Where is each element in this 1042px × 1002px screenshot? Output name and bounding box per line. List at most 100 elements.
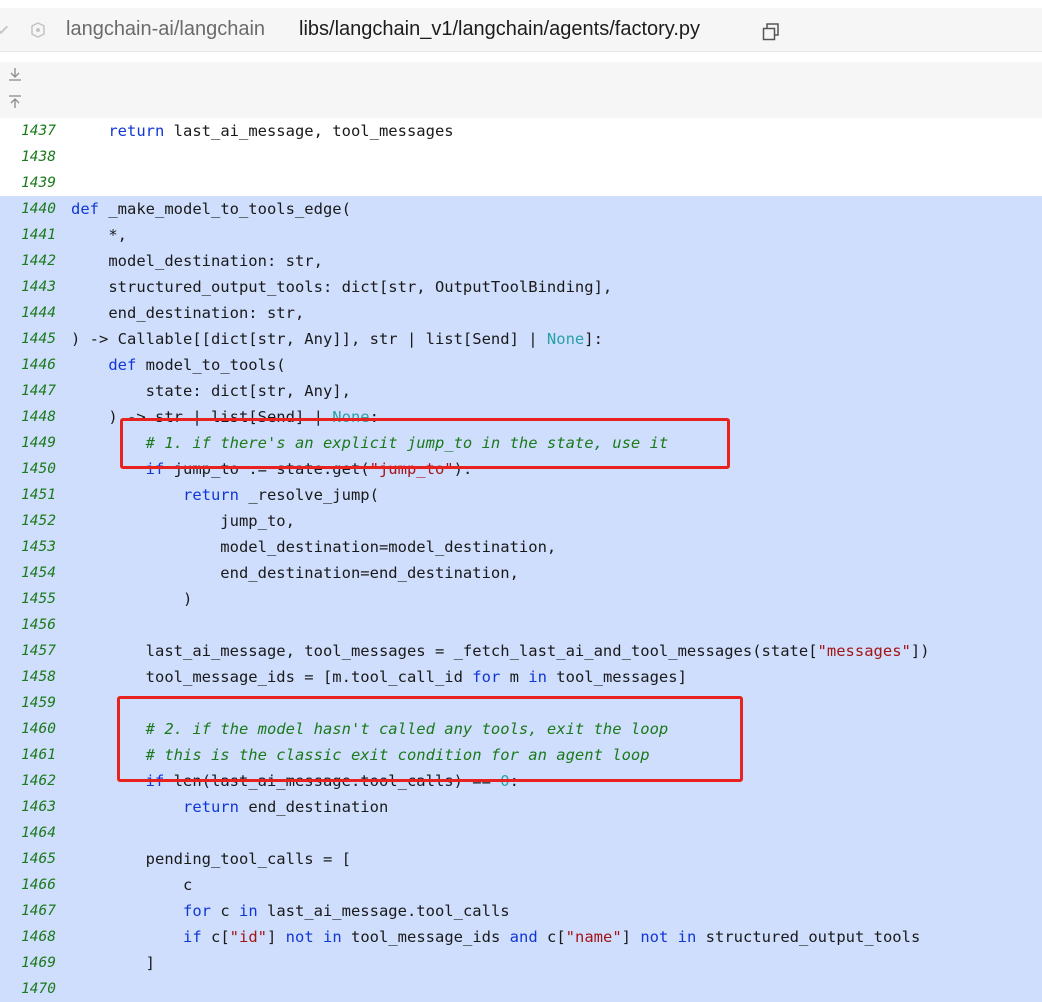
code-token: ]) (910, 642, 930, 660)
code-token: ] (266, 928, 286, 946)
code-token: c[ (537, 928, 566, 946)
line-number[interactable]: 1467 (0, 898, 56, 924)
line-number[interactable]: 1448 (0, 404, 56, 430)
code-token: model_destination: str, (71, 252, 323, 270)
code-line: 1463 return end_destination (0, 794, 1042, 820)
line-number[interactable]: 1452 (0, 508, 56, 534)
code-token: def (71, 200, 99, 218)
expand-down-icon[interactable] (8, 67, 22, 81)
line-number[interactable]: 1470 (0, 976, 56, 1002)
code-token: end_destination (238, 798, 389, 816)
code-token: c[ (201, 928, 230, 946)
code-token: state: dict[str, Any], (71, 382, 351, 400)
code-token: structured_output_tools: dict[str, Outpu… (71, 278, 613, 296)
line-number[interactable]: 1466 (0, 872, 56, 898)
line-number[interactable]: 1451 (0, 482, 56, 508)
code-text: return end_destination (71, 794, 388, 820)
code-text: end_destination=end_destination, (71, 560, 519, 586)
line-number[interactable]: 1450 (0, 456, 56, 482)
code-token: model_to_tools( (136, 356, 286, 374)
line-number[interactable]: 1464 (0, 820, 56, 846)
code-token: if (182, 928, 202, 946)
line-number[interactable]: 1438 (0, 144, 56, 170)
code-text: model_destination=model_destination, (71, 534, 556, 560)
code-token: in (238, 902, 258, 920)
code-token: for (182, 902, 211, 920)
annotation-box-1 (120, 418, 730, 469)
line-number[interactable]: 1461 (0, 742, 56, 768)
line-number[interactable]: 1465 (0, 846, 56, 872)
code-line: 1457 last_ai_message, tool_messages = _f… (0, 638, 1042, 664)
line-number[interactable]: 1469 (0, 950, 56, 976)
code-token: in (323, 928, 342, 946)
line-number[interactable]: 1445 (0, 326, 56, 352)
code-line: 1453 model_destination=model_destination… (0, 534, 1042, 560)
line-number[interactable]: 1447 (0, 378, 56, 404)
code-token: ]: (584, 330, 603, 348)
code-token: structured_output_tools (696, 928, 921, 946)
code-token: ) -> Callable[[dict[str, Any]], str | li… (71, 330, 547, 348)
repo-name[interactable]: langchain-ai/langchain (66, 18, 265, 41)
line-number[interactable]: 1463 (0, 794, 56, 820)
code-text: if c["id"] not in tool_message_ids and c… (71, 924, 920, 950)
code-line: 1444 end_destination: str, (0, 300, 1042, 326)
code-line: 1458 tool_message_ids = [m.tool_call_id … (0, 664, 1042, 690)
code-text: tool_message_ids = [m.tool_call_id for m… (71, 664, 687, 690)
line-number[interactable]: 1456 (0, 612, 56, 638)
code-line: 1446 def model_to_tools( (0, 352, 1042, 378)
line-number[interactable]: 1457 (0, 638, 56, 664)
line-number[interactable]: 1444 (0, 300, 56, 326)
code-token: tool_message_ids = [m.tool_call_id (71, 668, 473, 686)
line-number[interactable]: 1437 (0, 118, 56, 144)
code-token: and (509, 928, 538, 946)
line-number[interactable]: 1446 (0, 352, 56, 378)
code-token: return (108, 122, 165, 140)
line-number[interactable]: 1458 (0, 664, 56, 690)
expand-up-icon[interactable] (8, 95, 22, 109)
code-line: 1465 pending_tool_calls = [ (0, 846, 1042, 872)
chevron-down-icon[interactable] (0, 19, 9, 35)
copy-icon[interactable] (762, 23, 780, 41)
code-token: end_destination: str, (71, 304, 305, 322)
line-number[interactable]: 1454 (0, 560, 56, 586)
line-number[interactable]: 1462 (0, 768, 56, 794)
code-line: 1469 ] (0, 950, 1042, 976)
code-token: c (210, 902, 239, 920)
line-number[interactable]: 1441 (0, 222, 56, 248)
code-view: 1437 return last_ai_message, tool_messag… (0, 118, 1042, 1002)
line-number[interactable]: 1442 (0, 248, 56, 274)
code-line: 1439 (0, 170, 1042, 196)
line-number[interactable]: 1460 (0, 716, 56, 742)
line-number[interactable]: 1443 (0, 274, 56, 300)
line-number[interactable]: 1440 (0, 196, 56, 222)
code-text: structured_output_tools: dict[str, Outpu… (71, 274, 612, 300)
line-number[interactable]: 1459 (0, 690, 56, 716)
code-line: 1456 (0, 612, 1042, 638)
code-token: *, (71, 226, 127, 244)
line-number[interactable]: 1449 (0, 430, 56, 456)
code-token: ) (71, 590, 193, 608)
line-number[interactable]: 1455 (0, 586, 56, 612)
code-text: for c in last_ai_message.tool_calls (71, 898, 510, 924)
line-number[interactable]: 1453 (0, 534, 56, 560)
line-number[interactable]: 1468 (0, 924, 56, 950)
code-text: return last_ai_message, tool_messages (71, 118, 453, 144)
code-text: *, (71, 222, 127, 248)
code-token: last_ai_message, tool_messages = _fetch_… (71, 642, 818, 660)
code-token: end_destination=end_destination, (71, 564, 519, 582)
code-line: 1441 *, (0, 222, 1042, 248)
file-header: langchain-ai/langchain libs/langchain_v1… (0, 8, 1042, 52)
line-number[interactable]: 1439 (0, 170, 56, 196)
code-token: ] (71, 954, 155, 972)
code-line: 1445 ) -> Callable[[dict[str, Any]], str … (0, 326, 1042, 352)
code-token: model_destination=model_destination, (71, 538, 557, 556)
code-text: def _make_model_to_tools_edge( (71, 196, 351, 222)
code-token: last_ai_message.tool_calls (257, 902, 510, 920)
code-line: 1454 end_destination=end_destination, (0, 560, 1042, 586)
